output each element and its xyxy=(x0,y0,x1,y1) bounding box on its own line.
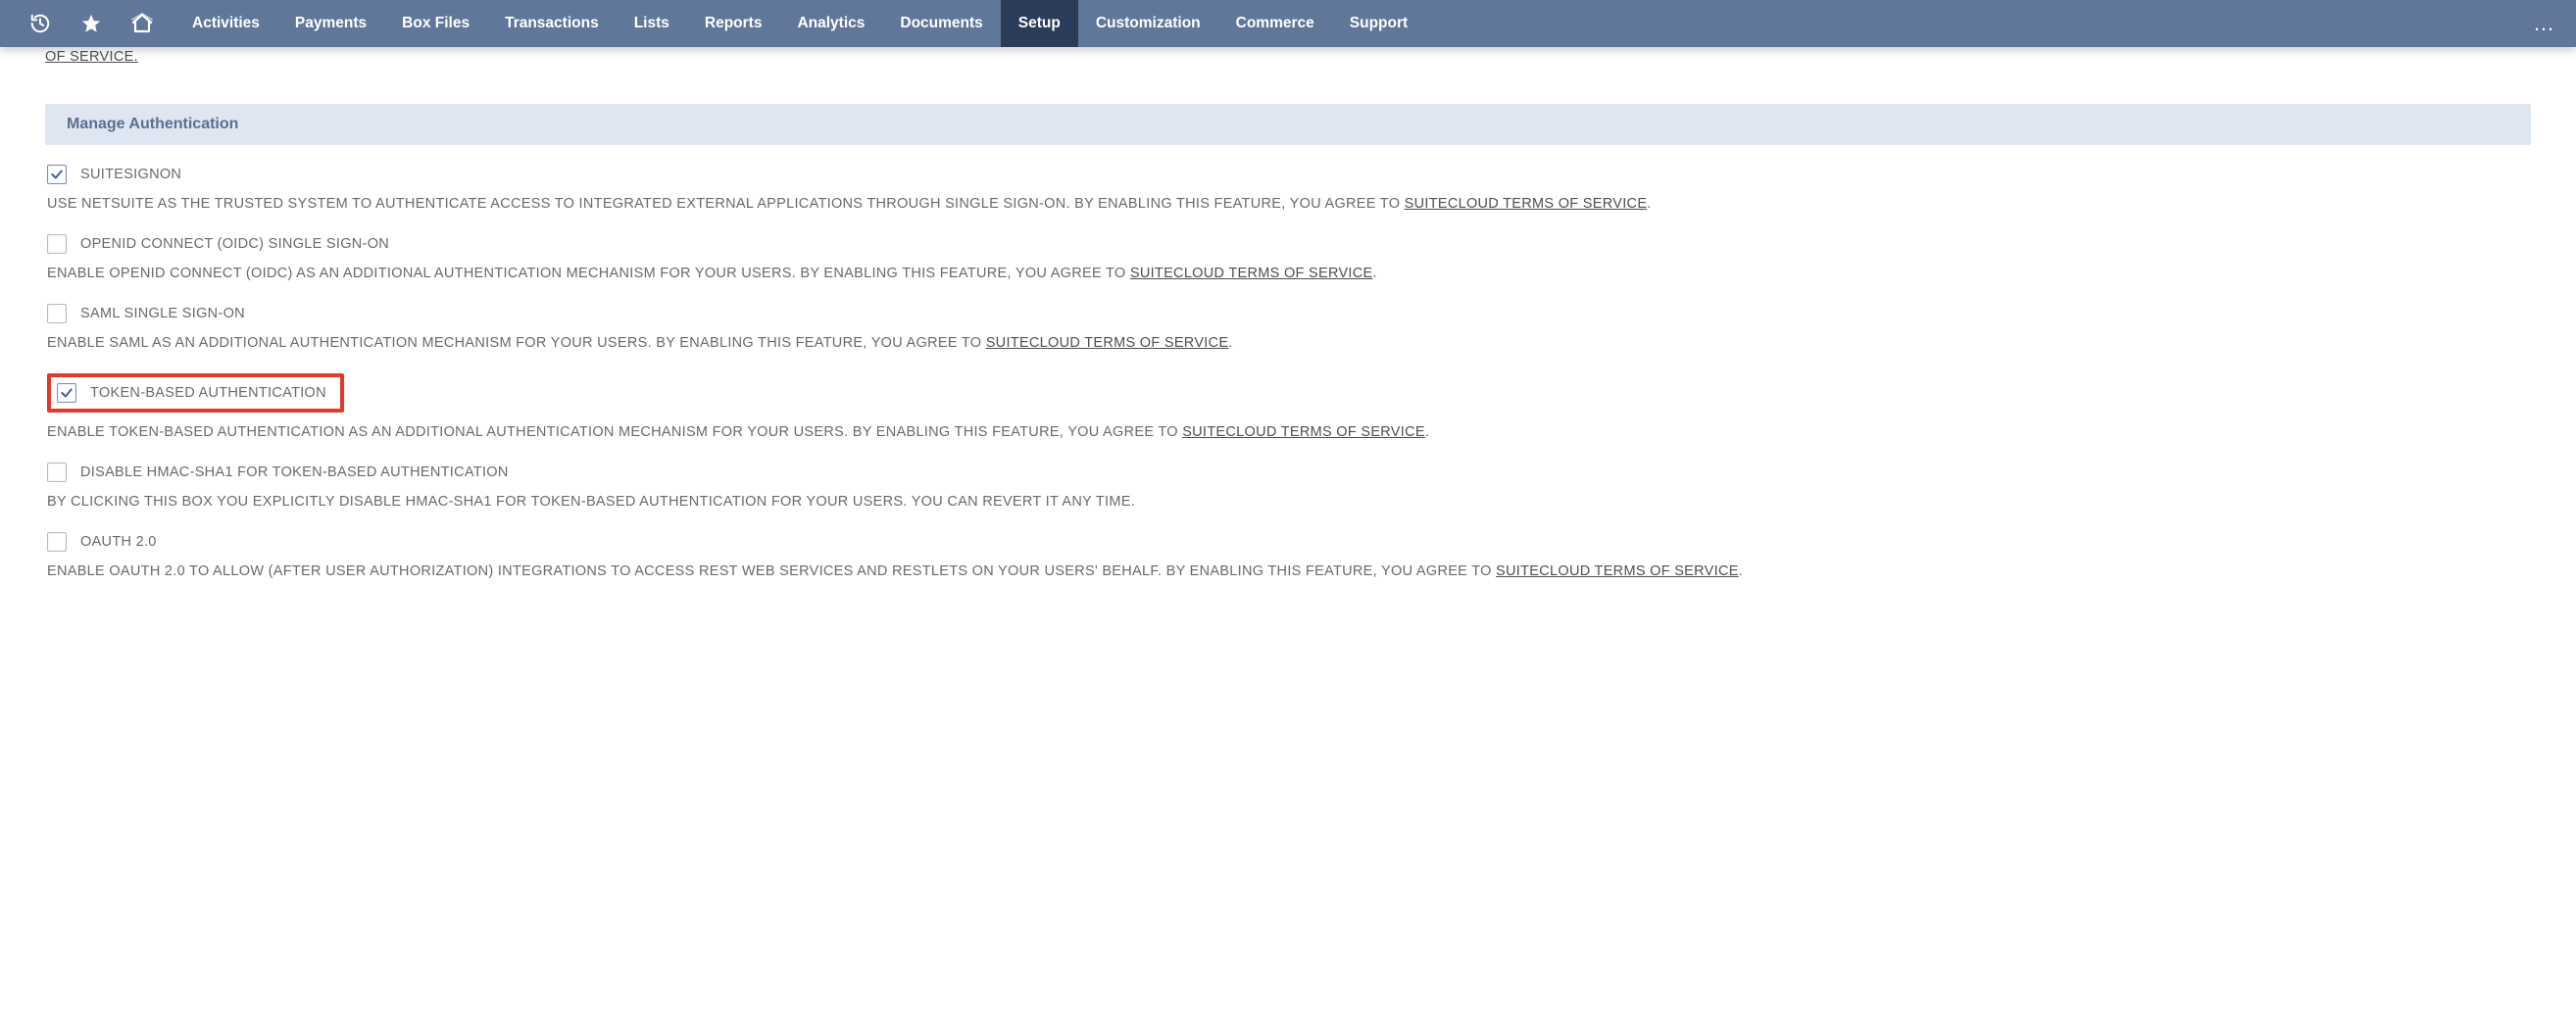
feature-row-tba: TOKEN-BASED AUTHENTICATION xyxy=(47,373,2529,413)
feature-desc-post-oidc: . xyxy=(1373,266,1377,281)
nav-item-support[interactable]: Support xyxy=(1332,0,1425,47)
feature-desc-post-oauth2: . xyxy=(1739,563,1743,579)
feature-desc-oidc: ENABLE OPENID CONNECT (OIDC) AS AN ADDIT… xyxy=(47,264,2529,284)
recent-icon[interactable] xyxy=(27,11,53,36)
tos-link-oauth2[interactable]: SUITECLOUD TERMS OF SERVICE xyxy=(1496,563,1739,579)
nav-item-customization[interactable]: Customization xyxy=(1078,0,1218,47)
nav-item-lists[interactable]: Lists xyxy=(617,0,687,47)
feature-desc-pre-saml: ENABLE SAML AS AN ADDITIONAL AUTHENTICAT… xyxy=(47,335,986,351)
section-header-manage-auth: Manage Authentication xyxy=(45,104,2531,145)
tos-link-tba[interactable]: SUITECLOUD TERMS OF SERVICE xyxy=(1182,424,1425,440)
feature-desc-suitesignon: USE NETSUITE AS THE TRUSTED SYSTEM TO AU… xyxy=(47,194,2529,215)
feature-oidc: OPENID CONNECT (OIDC) SINGLE SIGN-ON ENAB… xyxy=(45,234,2531,284)
star-icon[interactable] xyxy=(78,11,104,36)
prev-feature-tos-fragment[interactable]: OF SERVICE xyxy=(45,49,134,65)
feature-oauth2: OAUTH 2.0 ENABLE OAUTH 2.0 TO ALLOW (AFTE… xyxy=(45,532,2531,582)
feature-desc-hmac: BY CLICKING THIS BOX YOU EXPLICITLY DISA… xyxy=(47,492,2529,512)
feature-list: SUITESIGNON USE NETSUITE AS THE TRUSTED S… xyxy=(45,165,2531,582)
feature-row-suitesignon: SUITESIGNON xyxy=(47,165,2529,184)
feature-desc-tba: ENABLE TOKEN-BASED AUTHENTICATION AS AN … xyxy=(47,422,2529,443)
nav-icon-group xyxy=(0,11,155,36)
feature-desc-oauth2: ENABLE OAUTH 2.0 TO ALLOW (AFTER USER AU… xyxy=(47,561,2529,582)
tos-link-saml[interactable]: SUITECLOUD TERMS OF SERVICE xyxy=(986,335,1229,351)
checkbox-hmac[interactable] xyxy=(47,463,67,482)
nav-item-box-files[interactable]: Box Files xyxy=(384,0,487,47)
feature-desc-pre-hmac: BY CLICKING THIS BOX YOU EXPLICITLY DISA… xyxy=(47,494,1135,510)
feature-desc-pre-oauth2: ENABLE OAUTH 2.0 TO ALLOW (AFTER USER AU… xyxy=(47,563,1496,579)
checkbox-saml[interactable] xyxy=(47,304,67,323)
feature-desc-saml: ENABLE SAML AS AN ADDITIONAL AUTHENTICAT… xyxy=(47,333,2529,354)
nav-item-reports[interactable]: Reports xyxy=(687,0,780,47)
tos-link-oidc[interactable]: SUITECLOUD TERMS OF SERVICE xyxy=(1130,266,1373,281)
feature-desc-pre-suitesignon: USE NETSUITE AS THE TRUSTED SYSTEM TO AU… xyxy=(47,196,1405,212)
nav-item-transactions[interactable]: Transactions xyxy=(487,0,617,47)
checkbox-tba[interactable] xyxy=(57,383,76,403)
feature-desc-post-suitesignon: . xyxy=(1647,196,1651,212)
feature-desc-post-saml: . xyxy=(1228,335,1232,351)
home-icon[interactable] xyxy=(129,11,155,36)
feature-desc-post-tba: . xyxy=(1425,424,1429,440)
nav-item-commerce[interactable]: Commerce xyxy=(1218,0,1332,47)
truncated-prev-link[interactable]: OF SERVICE. xyxy=(45,49,2531,65)
feature-hmac: DISABLE HMAC-SHA1 FOR TOKEN-BASED AUTHEN… xyxy=(45,463,2531,512)
feature-label-suitesignon: SUITESIGNON xyxy=(80,167,181,182)
feature-row-oidc: OPENID CONNECT (OIDC) SINGLE SIGN-ON xyxy=(47,234,2529,254)
feature-row-hmac: DISABLE HMAC-SHA1 FOR TOKEN-BASED AUTHEN… xyxy=(47,463,2529,482)
checkbox-oidc[interactable] xyxy=(47,234,67,254)
nav-item-analytics[interactable]: Analytics xyxy=(779,0,882,47)
nav-item-activities[interactable]: Activities xyxy=(174,0,277,47)
feature-label-tba: TOKEN-BASED AUTHENTICATION xyxy=(90,385,326,401)
nav-menu: ActivitiesPaymentsBox FilesTransactionsL… xyxy=(174,0,1425,47)
highlight-tba: TOKEN-BASED AUTHENTICATION xyxy=(47,373,344,413)
nav-more-icon[interactable]: … xyxy=(2513,11,2576,36)
feature-row-saml: SAML SINGLE SIGN-ON xyxy=(47,304,2529,323)
feature-desc-pre-oidc: ENABLE OPENID CONNECT (OIDC) AS AN ADDIT… xyxy=(47,266,1130,281)
feature-label-oidc: OPENID CONNECT (OIDC) SINGLE SIGN-ON xyxy=(80,236,389,252)
feature-suitesignon: SUITESIGNON USE NETSUITE AS THE TRUSTED S… xyxy=(45,165,2531,215)
feature-label-hmac: DISABLE HMAC-SHA1 FOR TOKEN-BASED AUTHEN… xyxy=(80,464,509,480)
feature-desc-pre-tba: ENABLE TOKEN-BASED AUTHENTICATION AS AN … xyxy=(47,424,1182,440)
nav-item-documents[interactable]: Documents xyxy=(882,0,1000,47)
checkbox-oauth2[interactable] xyxy=(47,532,67,552)
tos-link-suitesignon[interactable]: SUITECLOUD TERMS OF SERVICE xyxy=(1405,196,1648,212)
feature-label-saml: SAML SINGLE SIGN-ON xyxy=(80,306,245,321)
checkbox-suitesignon[interactable] xyxy=(47,165,67,184)
feature-label-oauth2: OAUTH 2.0 xyxy=(80,534,157,550)
nav-item-setup[interactable]: Setup xyxy=(1001,0,1078,47)
page-body: OF SERVICE. Manage Authentication SUITES… xyxy=(0,49,2576,641)
nav-item-payments[interactable]: Payments xyxy=(277,0,384,47)
feature-saml: SAML SINGLE SIGN-ON ENABLE SAML AS AN ADD… xyxy=(45,304,2531,354)
feature-tba: TOKEN-BASED AUTHENTICATION ENABLE TOKEN-B… xyxy=(45,373,2531,443)
top-nav: ActivitiesPaymentsBox FilesTransactionsL… xyxy=(0,0,2576,47)
feature-row-oauth2: OAUTH 2.0 xyxy=(47,532,2529,552)
